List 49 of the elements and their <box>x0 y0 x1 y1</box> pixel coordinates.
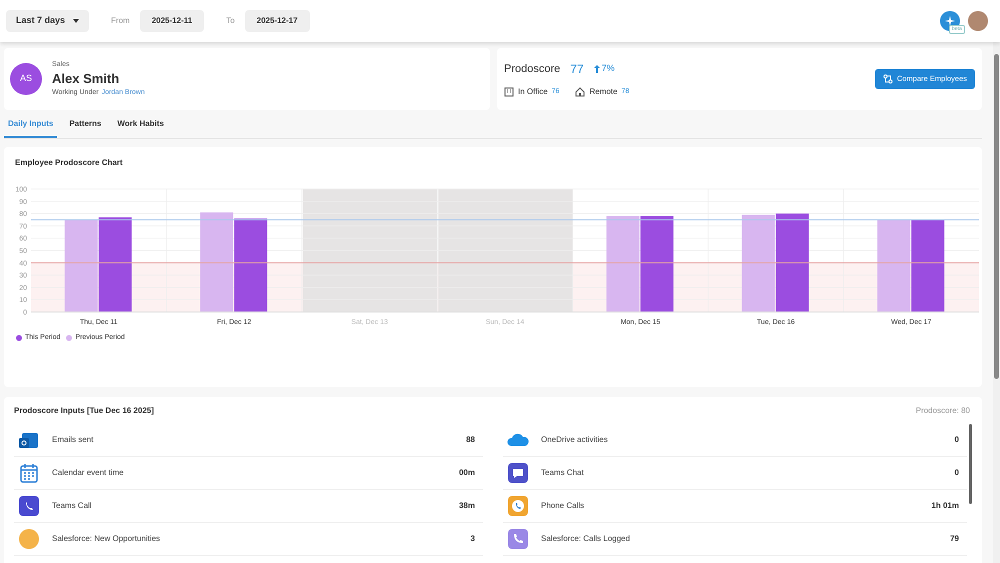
input-value: 88 <box>466 434 475 446</box>
input-label: Teams Chat <box>541 467 584 479</box>
house-icon <box>575 87 586 97</box>
remote-label: Remote <box>589 86 618 98</box>
input-value: 3 <box>470 533 475 545</box>
up-arrow-icon <box>594 65 600 73</box>
inputs-score: Prodoscore: 80 <box>916 405 971 417</box>
input-value: 1h 01m <box>931 500 959 512</box>
phone-app-icon <box>507 528 529 550</box>
from-date-field[interactable]: 2025-12-11 <box>140 10 204 32</box>
chart-title: Employee Prodoscore Chart <box>15 157 123 169</box>
input-value: 0 <box>954 467 959 479</box>
prodoscore-change: 7% <box>602 62 615 76</box>
to-label: To <box>226 15 235 27</box>
scrollbar-thumb[interactable] <box>994 54 999 379</box>
date-range-dropdown[interactable]: Last 7 days <box>6 10 90 32</box>
input-value: 38m <box>458 500 475 512</box>
input-label: Salesforce: Calls Logged <box>541 533 630 545</box>
input-label: OneDrive activities <box>541 434 608 446</box>
sparkle-icon <box>945 16 955 26</box>
input-label: Emails sent <box>52 434 94 446</box>
caret-icon <box>73 19 80 23</box>
input-label: Calendar event time <box>52 467 124 479</box>
input-value: 79 <box>950 533 959 545</box>
phone-app-icon <box>507 495 529 517</box>
employee-name: Alex Smith <box>52 70 120 86</box>
building-icon <box>504 87 514 97</box>
input-label: Teams Call <box>52 500 92 512</box>
round-app-icon <box>18 528 40 550</box>
prodoscore-label: Prodoscore <box>504 62 560 77</box>
tab[interactable]: Work Habits <box>113 118 168 138</box>
employee-avatar: AS <box>10 63 42 95</box>
page-scrollbar[interactable] <box>993 42 1000 563</box>
user-avatar[interactable] <box>968 11 988 31</box>
compare-icon <box>882 74 893 84</box>
in-office-label: In Office <box>518 86 548 98</box>
chat-app-icon <box>507 462 529 484</box>
input-value: 00m <box>458 467 475 479</box>
list-scrollbar[interactable] <box>969 424 972 504</box>
prodoscore-value: 77 <box>570 61 584 78</box>
input-label: Salesforce: New Opportunities <box>52 533 160 545</box>
inputs-title: Prodoscore Inputs [Tue Dec 16 2025] <box>14 405 154 417</box>
calendar-icon <box>18 462 40 484</box>
tab[interactable]: Patterns <box>65 118 106 138</box>
from-label: From <box>111 15 130 27</box>
input-value: 0 <box>954 434 959 446</box>
input-label: Phone Calls <box>541 500 584 512</box>
phone-app-icon <box>18 495 40 517</box>
to-date-field[interactable]: 2025-12-17 <box>244 10 310 32</box>
